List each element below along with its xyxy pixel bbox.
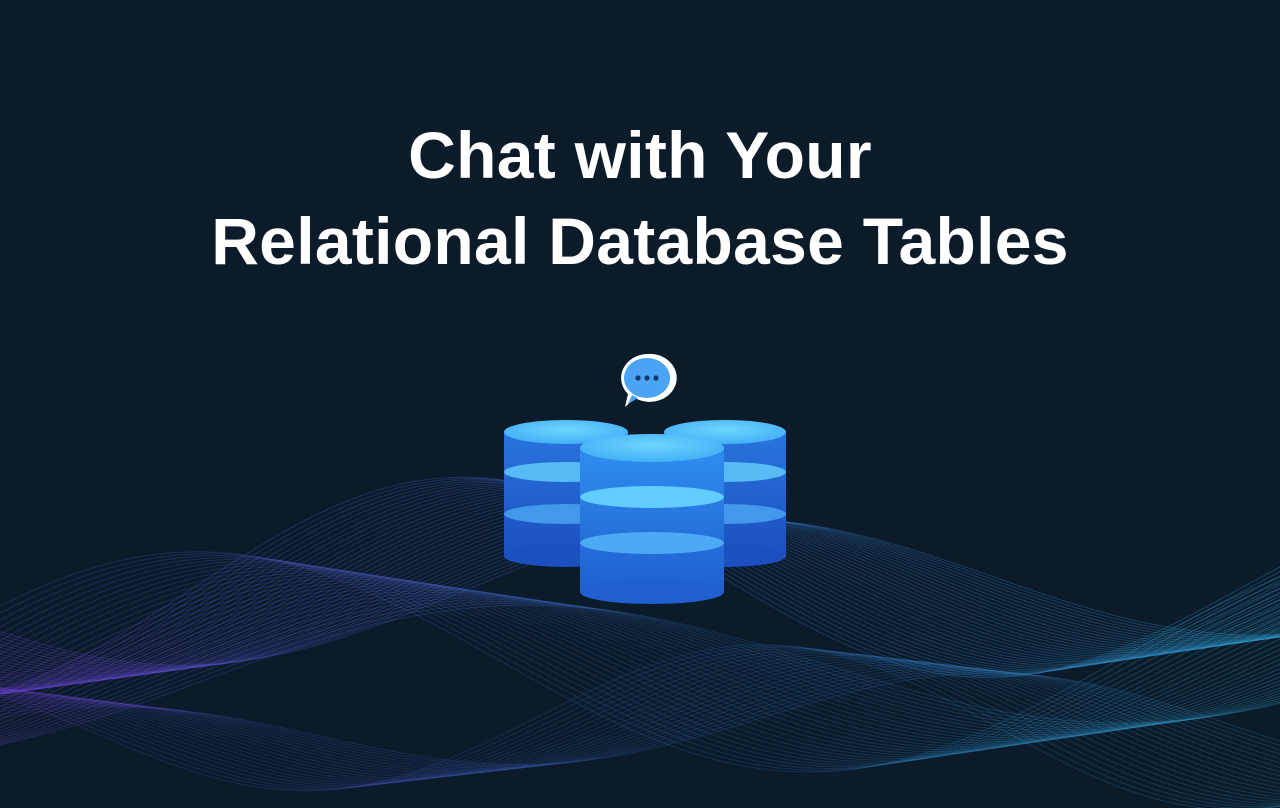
- database-illustration: [504, 353, 786, 604]
- database-icon: [580, 434, 724, 604]
- chat-bubble-icon: [621, 353, 677, 407]
- title-line-2: Relational Database Tables: [211, 204, 1069, 278]
- title-line-1: Chat with Your: [408, 118, 872, 192]
- page-title: Chat with Your Relational Database Table…: [0, 112, 1280, 284]
- hero-section: Chat with Your Relational Database Table…: [0, 0, 1280, 808]
